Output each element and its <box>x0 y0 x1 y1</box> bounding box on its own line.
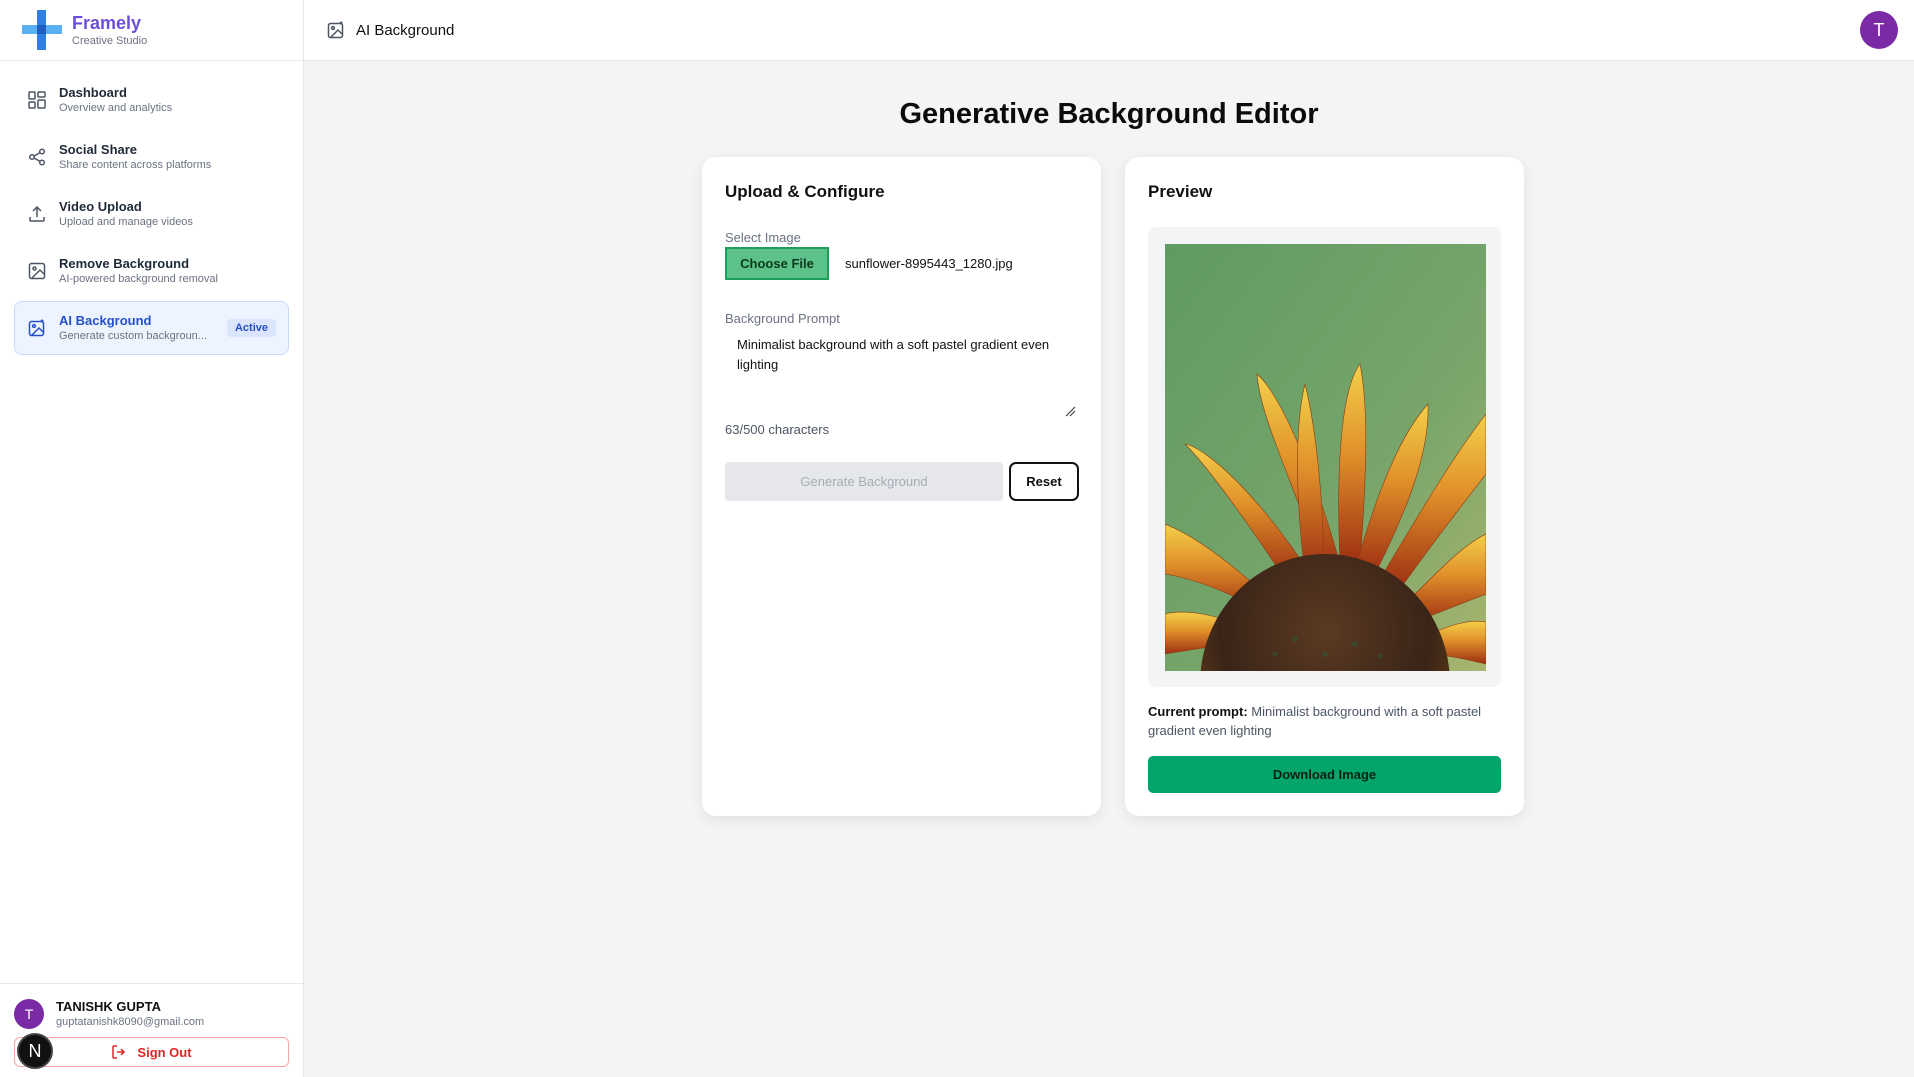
active-badge: Active <box>226 319 276 337</box>
user-avatar[interactable]: T <box>14 998 44 1029</box>
top-header: AI Background T <box>304 0 1914 61</box>
resize-handle-icon[interactable] <box>1064 405 1076 417</box>
reset-button[interactable]: Reset <box>1009 462 1079 501</box>
image-sparkle-icon <box>27 318 47 338</box>
sign-out-label: Sign Out <box>137 1044 192 1060</box>
image-sparkle-icon <box>326 20 346 40</box>
upload-configure-card: Upload & Configure Select Image Choose F… <box>702 157 1101 816</box>
preview-container <box>1148 227 1501 687</box>
sidebar-item-dashboard[interactable]: Dashboard Overview and analytics <box>14 73 289 127</box>
sidebar: Framely Creative Studio Dashboard Overvi… <box>0 0 304 1077</box>
sidebar-item-title: Video Upload <box>59 199 142 214</box>
selected-file-name: sunflower-8995443_1280.jpg <box>845 256 1013 271</box>
user-email: guptatanishk8090@gmail.com <box>56 1016 205 1028</box>
sidebar-item-description: Overview and analytics <box>59 102 173 114</box>
sidebar-nav: Dashboard Overview and analytics Social … <box>0 61 303 370</box>
sidebar-item-title: AI Background <box>59 313 152 328</box>
sidebar-item-remove-background[interactable]: Remove Background AI-powered background … <box>14 244 289 298</box>
sidebar-item-description: Generate custom backgroun... <box>59 330 207 342</box>
sidebar-item-title: Remove Background <box>59 256 190 271</box>
preview-card-heading: Preview <box>1148 182 1213 201</box>
header-title: AI Background <box>356 21 455 39</box>
framely-logo-icon <box>22 10 62 50</box>
sidebar-item-ai-background[interactable]: AI Background Generate custom backgroun.… <box>14 301 289 355</box>
background-prompt-textarea[interactable]: Minimalist background with a soft pastel… <box>725 329 1078 409</box>
upload-card-heading: Upload & Configure <box>725 182 885 201</box>
brand-tagline: Creative Studio <box>72 35 148 47</box>
sidebar-item-title: Social Share <box>59 142 138 157</box>
sidebar-item-description: Upload and manage videos <box>59 216 193 228</box>
sidebar-item-social-share[interactable]: Social Share Share content across platfo… <box>14 130 289 184</box>
page-title: Generative Background Editor <box>899 98 1319 130</box>
brand-name: Framely <box>72 13 142 33</box>
sign-out-button[interactable]: Sign Out <box>14 1037 289 1067</box>
header-avatar[interactable]: T <box>1860 11 1898 49</box>
dev-tools-badge[interactable]: N <box>17 1033 53 1069</box>
sidebar-item-title: Dashboard <box>59 85 127 100</box>
current-prompt: Current prompt: Minimalist background wi… <box>1148 702 1501 740</box>
download-image-button[interactable]: Download Image <box>1148 756 1501 793</box>
user-name: TANISHK GUPTA <box>56 999 161 1014</box>
dashboard-grid-icon <box>27 90 47 110</box>
select-image-label: Select Image <box>725 230 801 245</box>
sign-out-icon <box>112 1045 126 1059</box>
generate-background-button[interactable]: Generate Background <box>725 462 1003 501</box>
choose-file-button[interactable]: Choose File <box>725 247 829 280</box>
sidebar-item-description: AI-powered background removal <box>59 273 218 285</box>
sidebar-item-description: Share content across platforms <box>59 159 212 171</box>
preview-image-sunflower <box>1165 244 1486 671</box>
preview-card: Preview Current prompt: Minimalist backg… <box>1125 157 1524 816</box>
sidebar-item-video-upload[interactable]: Video Upload Upload and manage videos <box>14 187 289 241</box>
brand[interactable]: Framely Creative Studio <box>0 0 303 61</box>
share-icon <box>27 147 47 167</box>
upload-icon <box>27 204 47 224</box>
character-count: 63/500 characters <box>725 422 830 437</box>
image-icon <box>27 261 47 281</box>
background-prompt-label: Background Prompt <box>725 311 840 326</box>
current-prompt-label: Current prompt: <box>1148 704 1248 719</box>
